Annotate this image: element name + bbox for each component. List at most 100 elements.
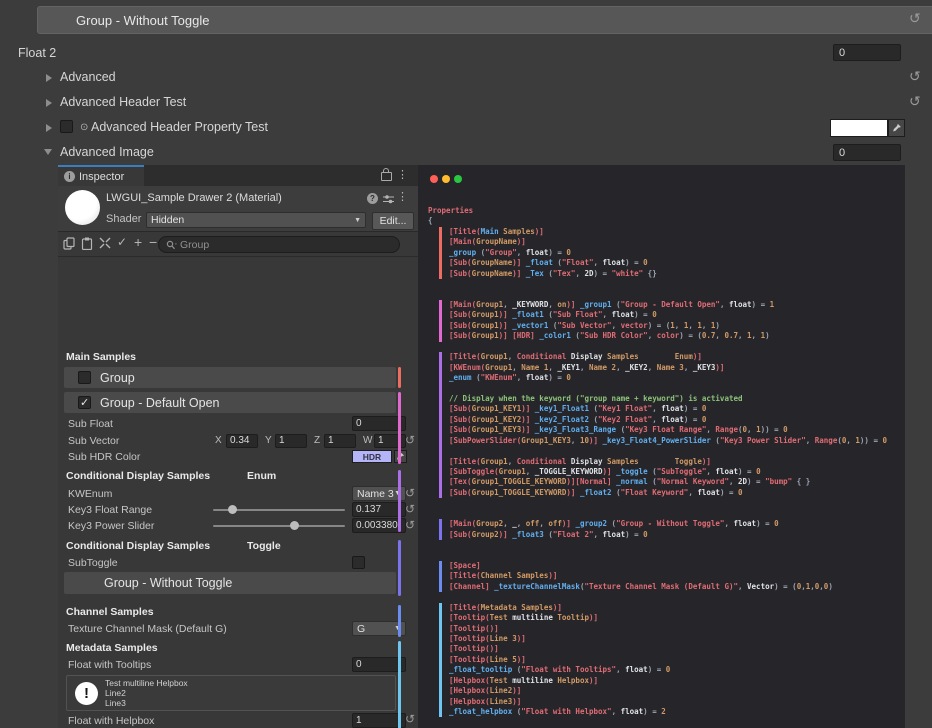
slider-track[interactable] xyxy=(213,525,345,527)
slider-thumb[interactable] xyxy=(228,505,237,514)
search-field[interactable]: Group xyxy=(158,236,400,253)
vector-z-field[interactable]: 1 xyxy=(324,434,356,448)
code-block-bar xyxy=(439,707,442,717)
section-bar-sky xyxy=(398,641,401,728)
code-block-bar xyxy=(439,519,442,529)
code-block-bar xyxy=(439,477,442,487)
group-default-open-header[interactable]: Group - Default Open xyxy=(64,392,396,413)
inspector-toolbar: ✓ + − Group xyxy=(58,232,418,257)
code-block-bar xyxy=(439,457,442,467)
float2-field[interactable]: 0 xyxy=(833,44,901,61)
advanced-image-field[interactable]: 0 xyxy=(833,144,901,161)
kebab-menu-icon[interactable]: ⋮ xyxy=(397,170,408,181)
foldout-arrow-icon[interactable] xyxy=(46,124,52,132)
code-block-bar xyxy=(439,248,442,258)
revert-icon[interactable]: ↺ xyxy=(405,712,415,726)
conditional-label: Conditional Display Samples xyxy=(66,470,210,482)
eyedropper-button[interactable] xyxy=(888,119,905,137)
advanced-header-property-checkbox[interactable] xyxy=(60,120,73,133)
code-block-bar xyxy=(439,436,442,446)
edit-button[interactable]: Edit... xyxy=(372,212,414,230)
vector-w-field[interactable]: 1 xyxy=(374,434,406,448)
foldout-arrow-icon[interactable] xyxy=(46,74,52,82)
top-group-bar[interactable]: Group - Without Toggle xyxy=(37,6,932,34)
kebab-menu-icon[interactable]: ⋮ xyxy=(397,192,408,203)
revert-icon[interactable]: ↺ xyxy=(405,433,415,447)
slider-thumb[interactable] xyxy=(290,521,299,530)
group-checkbox[interactable] xyxy=(78,371,91,384)
revert-icon[interactable]: ↺ xyxy=(909,69,921,83)
code-block-bar xyxy=(439,269,442,279)
window-minimize-dot xyxy=(442,175,450,183)
code-line: [Sub(Group1_KEY3)] _key3_Float3_Range ("… xyxy=(418,425,905,435)
code-line: [Sub(Group2)] _float3 ("Float 2", float)… xyxy=(418,530,905,540)
paste-icon[interactable] xyxy=(81,237,93,250)
texture-channel-mask-row: Texture Channel Mask (Default G) G▼ xyxy=(68,621,408,636)
shader-dropdown[interactable]: Hidden ▼ xyxy=(146,212,366,228)
code-line: _float_helpbox ("Float with Helpbox", fl… xyxy=(418,707,905,717)
revert-icon[interactable]: ↺ xyxy=(405,518,415,532)
vector-y-field[interactable]: 1 xyxy=(275,434,307,448)
revert-icon[interactable]: ↺ xyxy=(909,94,921,108)
plus-icon[interactable]: + xyxy=(134,235,142,249)
collapse-icon[interactable] xyxy=(99,237,111,249)
group-without-toggle-header[interactable]: Group - Without Toggle xyxy=(64,572,396,594)
revert-icon[interactable]: ↺ xyxy=(405,502,415,516)
advanced-header-property-label[interactable]: Advanced Header Property Test xyxy=(91,120,268,134)
subtoggle-checkbox[interactable] xyxy=(352,556,365,569)
conditional-toggle-label: Toggle xyxy=(247,540,281,552)
texture-channel-mask-value: G xyxy=(357,623,365,635)
code-block-bar xyxy=(439,571,442,581)
foldout-arrow-icon[interactable] xyxy=(46,99,52,107)
code-block-bar xyxy=(439,561,442,571)
float-with-helpbox-value: 1 xyxy=(356,715,362,726)
advanced-label[interactable]: Advanced xyxy=(60,70,116,84)
sub-vector-row: Sub Vector X 0.34 Y 1 Z 1 W 1 xyxy=(68,433,408,448)
vector-x-field[interactable]: 0.34 xyxy=(226,434,258,448)
search-icon xyxy=(166,240,177,250)
code-line: { xyxy=(418,216,905,226)
code-block-bar xyxy=(439,373,442,383)
foldout-arrow-down-icon[interactable] xyxy=(44,149,52,155)
vector-w-value: 1 xyxy=(378,435,384,446)
revert-icon[interactable]: ↺ xyxy=(405,486,415,500)
code-block-bar xyxy=(439,352,442,362)
code-line: [Channel] _textureChannelMask("Texture C… xyxy=(418,582,905,592)
code-block-bar xyxy=(439,227,442,237)
kwenum-label: KWEnum xyxy=(68,488,112,500)
code-block-bar xyxy=(439,321,442,331)
group-label: Group xyxy=(100,371,135,385)
code-line: [Tooltip(Test multiline Tooltip)] xyxy=(418,613,905,623)
help-icon[interactable]: ? xyxy=(367,193,378,204)
section-main-samples: Main Samples xyxy=(66,351,136,363)
minus-icon[interactable]: − xyxy=(149,235,157,249)
edit-button-label: Edit... xyxy=(380,215,407,227)
code-lines: Properties{[Title(Main Samples)][Main(Gr… xyxy=(418,206,905,717)
key3-float-range-value: 0.137 xyxy=(356,504,381,515)
copy-icon[interactable] xyxy=(63,237,75,250)
eyedropper-icon xyxy=(892,123,902,133)
code-block-bar xyxy=(439,363,442,373)
color-swatch-white[interactable] xyxy=(830,119,888,137)
group-default-open-checkbox[interactable] xyxy=(78,396,91,409)
warning-icon: ! xyxy=(75,682,98,705)
preset-icon[interactable] xyxy=(383,194,394,204)
section-metadata-samples: Metadata Samples xyxy=(66,642,158,654)
code-block-bar xyxy=(439,446,442,456)
hdr-color-swatch[interactable]: HDR xyxy=(352,450,392,463)
target-dot-icon: ⊙ xyxy=(80,122,88,133)
code-line: [Tex(Group1_TOGGLE_KEYWORD)][Normal] _no… xyxy=(418,477,905,487)
inspector-panel: i Inspector ⋮ LWGUI_Sample Drawer 2 (Mat… xyxy=(58,165,418,728)
advanced-image-label[interactable]: Advanced Image xyxy=(60,145,154,159)
revert-icon[interactable]: ↺ xyxy=(909,11,921,25)
lock-icon[interactable] xyxy=(381,172,392,181)
advanced-header-test-label[interactable]: Advanced Header Test xyxy=(60,95,186,109)
group-header[interactable]: Group xyxy=(64,367,396,388)
check-icon[interactable]: ✓ xyxy=(117,236,127,248)
tab-inspector[interactable]: i Inspector xyxy=(58,165,144,186)
code-block-bar xyxy=(439,404,442,414)
section-conditional-enum: Conditional Display Samples Enum xyxy=(66,470,276,482)
code-block-bar xyxy=(439,488,442,498)
code-line xyxy=(418,540,905,550)
material-preview-sphere[interactable] xyxy=(65,190,100,225)
